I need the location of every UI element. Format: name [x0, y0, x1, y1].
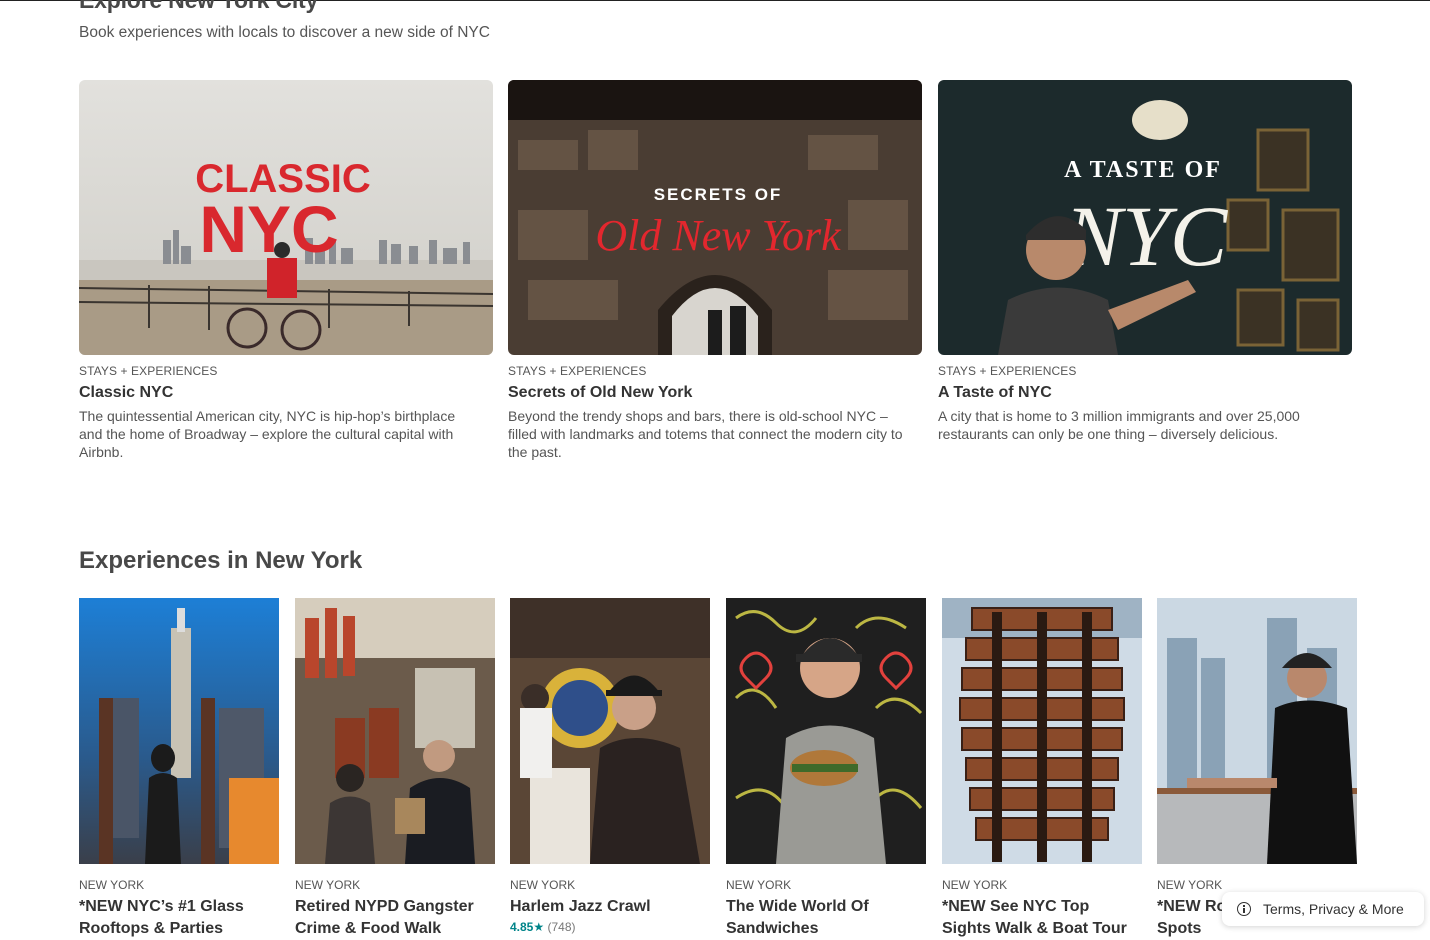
experience-card[interactable]: NEW YORK Harlem Jazz Crawl 4.85★ (748): [510, 598, 710, 934]
feature-description: A city that is home to 3 million immigra…: [938, 408, 1300, 442]
experience-kicker: NEW YORK: [1157, 878, 1223, 892]
experience-card[interactable]: NEW YORK *NEW Rooftop Photo Spots: [1157, 598, 1357, 940]
terms-privacy-button[interactable]: Terms, Privacy & More: [1222, 892, 1424, 926]
star-icon: ★: [533, 920, 545, 934]
feature-kicker: STAYS + EXPERIENCES: [508, 364, 647, 378]
experience-kicker: NEW YORK: [942, 878, 1008, 892]
feature-image-caption-bottom: NYC: [199, 192, 338, 266]
terms-label: Terms, Privacy & More: [1263, 901, 1404, 917]
feature-name[interactable]: A Taste of NYC: [938, 384, 1352, 402]
experience-kicker: NEW YORK: [295, 878, 361, 892]
explore-subtitle: Book experiences with locals to discover…: [79, 24, 490, 41]
experiences-heading: Experiences in New York: [79, 547, 363, 574]
feature-name[interactable]: Classic NYC: [79, 384, 493, 402]
experience-name[interactable]: *NEW NYC’s #1 Glass Rooftops & Parties: [79, 896, 279, 940]
feature-description: The quintessential American city, NYC is…: [79, 408, 456, 460]
feature-image-secrets-of-old-new-york[interactable]: SECRETS OF Old New York: [508, 80, 922, 355]
feature-card-a-taste-of-nyc[interactable]: A TASTE OF NYC STAYS + EXPERIENCES A Tas…: [938, 80, 1352, 443]
experience-kicker: NEW YORK: [510, 878, 576, 892]
feature-name[interactable]: Secrets of Old New York: [508, 384, 922, 402]
feature-kicker: STAYS + EXPERIENCES: [938, 364, 1077, 378]
experience-card[interactable]: NEW YORK *NEW See NYC Top Sights Walk & …: [942, 598, 1142, 940]
feature-kicker: STAYS + EXPERIENCES: [79, 364, 218, 378]
feature-image-a-taste-of-nyc[interactable]: A TASTE OF NYC: [938, 80, 1352, 355]
experience-image[interactable]: [295, 598, 495, 864]
experience-image[interactable]: [510, 598, 710, 864]
experience-rating: 4.85★ (748): [510, 920, 710, 934]
experience-kicker: NEW YORK: [79, 878, 145, 892]
info-icon: [1237, 902, 1251, 916]
feature-image-classic-nyc[interactable]: CLASSIC NYC: [79, 80, 493, 355]
experience-name[interactable]: *NEW See NYC Top Sights Walk & Boat Tour: [942, 896, 1142, 940]
rating-score: 4.85: [510, 920, 534, 934]
feature-image-caption-top: A TASTE OF: [1064, 157, 1222, 183]
experience-image[interactable]: [942, 598, 1142, 864]
experience-name[interactable]: The Wide World Of Sandwiches: [726, 896, 926, 940]
experience-name[interactable]: Retired NYPD Gangster Crime & Food Walk: [295, 896, 495, 940]
experience-card[interactable]: NEW YORK *NEW NYC’s #1 Glass Rooftops & …: [79, 598, 279, 940]
experience-image[interactable]: [79, 598, 279, 864]
experience-card[interactable]: NEW YORK Retired NYPD Gangster Crime & F…: [295, 598, 495, 940]
review-count: (748): [547, 920, 576, 934]
explore-title: Explore New York City: [79, 0, 319, 13]
feature-description: Beyond the trendy shops and bars, there …: [508, 408, 903, 460]
experience-name[interactable]: Harlem Jazz Crawl: [510, 896, 710, 918]
experience-kicker: NEW YORK: [726, 878, 792, 892]
feature-image-caption-top: SECRETS OF: [654, 185, 783, 204]
experience-image[interactable]: [726, 598, 926, 864]
feature-image-caption-bottom: Old New York: [595, 211, 842, 260]
feature-card-secrets-of-old-new-york[interactable]: SECRETS OF Old New York STAYS + EXPERIEN…: [508, 80, 922, 461]
feature-card-classic-nyc[interactable]: CLASSIC NYC STAYS + EXPERIENCES Classic …: [79, 80, 493, 461]
experience-card[interactable]: NEW YORK The Wide World Of Sandwiches: [726, 598, 926, 940]
experience-image[interactable]: [1157, 598, 1357, 864]
feature-image-caption-bottom: NYC: [1064, 188, 1229, 284]
